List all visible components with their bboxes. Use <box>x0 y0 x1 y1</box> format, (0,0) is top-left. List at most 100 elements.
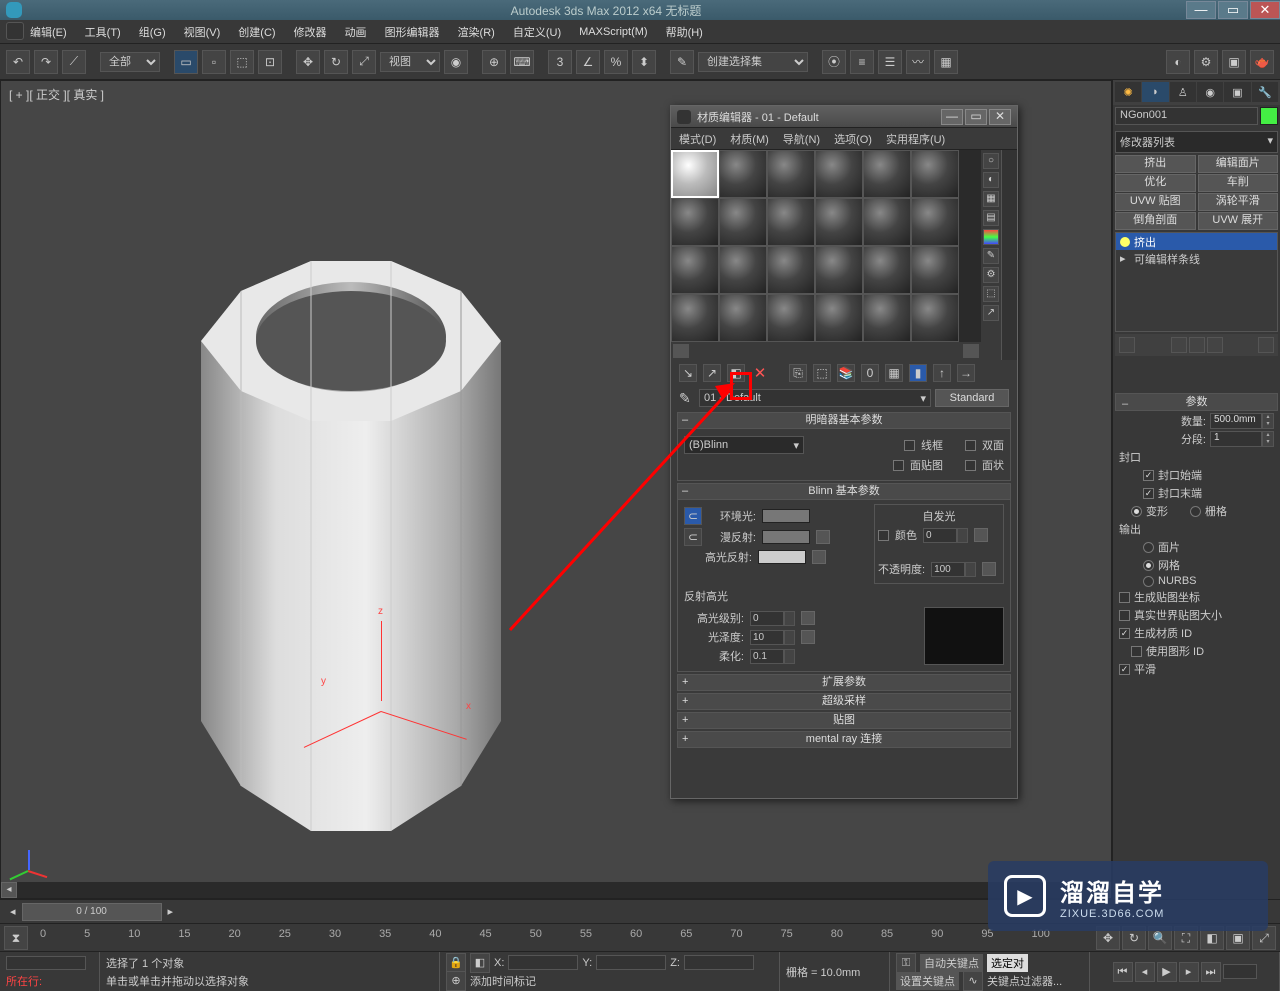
slot-18[interactable] <box>911 246 959 294</box>
isolate-button[interactable]: ◧ <box>470 953 490 973</box>
slot-14[interactable] <box>719 246 767 294</box>
me-menu-material[interactable]: 材质(M) <box>730 131 769 147</box>
slot-1[interactable] <box>671 150 719 198</box>
modifier-stack[interactable]: 挤出 ▸可编辑样条线 <box>1115 232 1278 332</box>
prev-frame-button[interactable]: ◂ <box>1135 962 1155 982</box>
timeconfig-button[interactable]: ⧗ <box>4 926 28 950</box>
setkey-button[interactable]: 设置关键点 <box>896 972 959 990</box>
scene-object[interactable] <box>171 211 526 851</box>
lightbulb-icon[interactable] <box>1120 237 1130 247</box>
pctsnap-button[interactable]: % <box>604 50 628 74</box>
slot-8[interactable] <box>719 198 767 246</box>
time-handle[interactable]: 0 / 100 <box>22 903 162 921</box>
show-end-button[interactable]: ▮ <box>909 364 927 382</box>
diffuse-swatch[interactable] <box>762 530 810 544</box>
faceted-checkbox[interactable] <box>965 460 976 471</box>
put-to-scene-button[interactable]: ↗ <box>703 364 721 382</box>
tab-motion[interactable]: ◉ <box>1197 82 1223 102</box>
roll-shader-basic[interactable]: –明暗器基本参数 <box>677 412 1011 429</box>
speclevel-spinner[interactable] <box>750 611 784 626</box>
amount-spinner[interactable]: 500.0mm <box>1210 413 1262 429</box>
opacity-spinner[interactable] <box>931 562 965 577</box>
me-close-button[interactable]: ✕ <box>989 109 1011 125</box>
slot-6[interactable] <box>911 150 959 198</box>
curve-ed-button[interactable]: 〰 <box>906 50 930 74</box>
rect-select-button[interactable]: ⬚ <box>230 50 254 74</box>
slot-20[interactable] <box>719 294 767 342</box>
specular-map-button[interactable] <box>812 550 826 564</box>
show-in-vp-button[interactable]: ▦ <box>885 364 903 382</box>
menu-maxscript[interactable]: MAXScript(M) <box>579 26 647 38</box>
make-copy-button[interactable]: ⎘ <box>789 364 807 382</box>
slot-4[interactable] <box>815 150 863 198</box>
select-name-button[interactable]: ▫ <box>202 50 226 74</box>
backlight-button[interactable]: ◐ <box>983 172 999 188</box>
ambient-swatch[interactable] <box>762 509 810 523</box>
keyfilter-button[interactable]: 关键点过滤器... <box>987 973 1062 989</box>
video-color-button[interactable] <box>983 229 999 245</box>
pivot-button[interactable]: ◉ <box>444 50 468 74</box>
goto-start-button[interactable]: ⏮ <box>1113 962 1133 982</box>
shader-select[interactable]: (B)Blinn▾ <box>684 436 804 454</box>
roll-parameters[interactable]: –参数 <box>1115 393 1278 411</box>
menu-group[interactable]: 组(G) <box>139 24 166 40</box>
mirror-button[interactable]: ⦿ <box>822 50 846 74</box>
material-editor-button[interactable]: ◐ <box>1166 50 1190 74</box>
unique-button[interactable] <box>1189 337 1205 353</box>
kbd-button[interactable]: ⌨ <box>510 50 534 74</box>
roll-maps[interactable]: +贴图 <box>677 712 1011 729</box>
me-vscroll[interactable] <box>1001 150 1017 360</box>
named-sel-set[interactable]: 创建选择集 <box>698 52 808 72</box>
configure-sets-button[interactable] <box>1258 337 1274 353</box>
grid-radio[interactable] <box>1190 506 1201 517</box>
sample-type-button[interactable]: ○ <box>983 153 999 169</box>
segs-spinner[interactable]: 1 <box>1210 431 1262 447</box>
soft-spinner[interactable] <box>750 649 784 664</box>
play-button[interactable]: ▶ <box>1157 962 1177 982</box>
gloss-map-button[interactable] <box>801 630 815 644</box>
lock-button[interactable]: 🔒 <box>446 953 466 973</box>
go-parent-button[interactable]: ↑ <box>933 364 951 382</box>
tab-display[interactable]: ▣ <box>1224 82 1250 102</box>
useshapeid-checkbox[interactable] <box>1131 646 1142 657</box>
render-button[interactable]: 🫖 <box>1250 50 1274 74</box>
menu-edit[interactable]: 编辑(E) <box>30 24 67 40</box>
slot-17[interactable] <box>863 246 911 294</box>
slot-24[interactable] <box>911 294 959 342</box>
genmatid-checkbox[interactable]: ✓ <box>1119 628 1130 639</box>
close-button[interactable]: ✕ <box>1250 1 1280 19</box>
mtl-id-button[interactable]: 0 <box>861 364 879 382</box>
selfillum-map-button[interactable] <box>974 528 988 542</box>
make-unique-button[interactable]: ⬚ <box>813 364 831 382</box>
tab-create[interactable]: ✺ <box>1115 82 1141 102</box>
ambient-lock-icon[interactable]: ⊂ <box>684 507 702 525</box>
capend-checkbox[interactable]: ✓ <box>1143 488 1154 499</box>
specular-swatch[interactable] <box>758 550 806 564</box>
menu-tools[interactable]: 工具(T) <box>85 24 121 40</box>
twoside-checkbox[interactable] <box>965 440 976 451</box>
roll-mentalray[interactable]: +mental ray 连接 <box>677 731 1011 748</box>
go-sibling-button[interactable]: → <box>957 364 975 382</box>
smooth-checkbox[interactable]: ✓ <box>1119 664 1130 675</box>
spinnersnap-button[interactable]: ⬍ <box>632 50 656 74</box>
slot-16[interactable] <box>815 246 863 294</box>
show-end-result-button[interactable] <box>1171 337 1187 353</box>
x-field[interactable] <box>508 955 578 970</box>
autokey-button[interactable]: 自动关键点 <box>920 954 983 972</box>
viewport-h-scrollbar[interactable]: ◂▸ <box>1 882 1111 898</box>
scale-button[interactable]: ⤢ <box>352 50 376 74</box>
undo-button[interactable]: ↶ <box>6 50 30 74</box>
sample-uv-button[interactable]: ▤ <box>983 210 999 226</box>
slot-scroll-left[interactable] <box>673 344 689 358</box>
next-frame-button[interactable]: ▸ <box>1179 962 1199 982</box>
select-by-mtl-button[interactable]: ⬚ <box>983 286 999 302</box>
capstart-checkbox[interactable]: ✓ <box>1143 470 1154 481</box>
layers-button[interactable]: ☰ <box>878 50 902 74</box>
current-frame-field[interactable] <box>1223 964 1257 979</box>
put-to-lib-button[interactable]: 📚 <box>837 364 855 382</box>
selfcolor-checkbox[interactable] <box>878 530 889 541</box>
align-button[interactable]: ≡ <box>850 50 874 74</box>
remove-mod-button[interactable] <box>1207 337 1223 353</box>
move-button[interactable]: ✥ <box>296 50 320 74</box>
btn-turbosmooth[interactable]: 涡轮平滑 <box>1198 193 1279 211</box>
